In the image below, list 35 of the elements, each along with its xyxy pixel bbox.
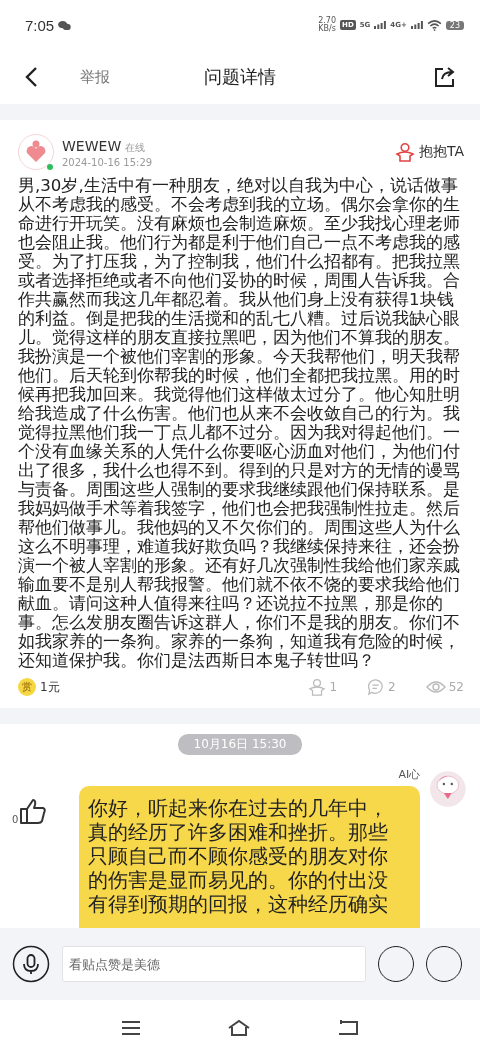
back-icon[interactable] — [337, 1020, 359, 1036]
person-icon — [394, 142, 415, 162]
report-link[interactable]: 举报 — [80, 67, 110, 87]
chat-bubbles-icon — [58, 19, 72, 31]
page-title: 问题详情 — [204, 65, 276, 89]
battery-indicator: 23 — [445, 20, 464, 30]
share-icon[interactable] — [434, 66, 456, 88]
sender-name: AI心 — [398, 767, 421, 782]
menu-icon[interactable] — [121, 1020, 141, 1036]
thumbs-up-icon[interactable] — [19, 797, 48, 825]
reward-amount: 1元 — [40, 678, 60, 696]
signal-icon — [374, 21, 387, 29]
post-date: 2024-10-16 15:29 — [62, 157, 153, 168]
comment-field[interactable]: 看贴点赞是美德 — [62, 946, 366, 982]
signal-icon — [410, 21, 423, 29]
home-icon[interactable] — [227, 1019, 251, 1037]
post-text: 男,30岁,生活中有一种朋友，绝对以自我为中心，说话做事从不考虑我的感受。不会考虑到我的立场。偶尔会拿你的生命进行开玩笑。没有麻烦也会制造麻烦。至少我找心理老师也会阻止我。他们行为都是利于他们自己一点不考虑我的感受。为了打压我，为了控制我，他们什么招都有。把我拉黑或者选择拒绝或者不向他们妥协的时候，周围人告诉我。合作共赢然而我这几年都忍着。我从他们身上没有获得1块钱的利益。倒是把我的生活搅和的乱七八糟。过后说我缺心眼儿。觉得这样的朋友直接拉黑吧，因为他们不算我的朋友。我扮演是一个被他们宰割的形象。今天我帮他们，明天我帮他们。后天轮到你帮我的时候，他们全都把我拉黑。用的时候再把我加回来。我觉得他们这样做太过分了。他心知肚明给我造成了什么伤害。他们也从来不会收敛自己的行为。我觉得拉黑他们我一丁点儿都不过分。因为我对得起他们。一个没有血缘关系的人凭什么你要呕心沥血对他们，为他们付出了很多，我什么也得不到。得到的只是对方的无情的谩骂与责备。周围这些人强制的要求我继续跟他们保持联系。是我妈妈做手术等着我签字，他们也会把我强制性拉走。然后帮他们做事儿。我他妈的又不欠你们的。周围这些人为什么这么不明事理，难道我好欺负吗？我继续保持来往，还会扮演一个被人宰割的形象。还有好几次强制性我给他们家亲戚输血要不是别人帮我报警。他们就不依不饶的要求我给他们献血。请问这种人值得来往吗？还说拉不拉黑，那是你的事。怎么发朋友圈告诉这群人，你们不是我的朋友。你们不如我家养的一条狗。家养的一条狗，知道我有危险的时候，还知道保护我。你们是法西斯日本鬼子转世吗？ — [18, 176, 461, 670]
stat-count: 1 — [329, 680, 338, 694]
chat-timestamp: 10月16日 15:30 — [177, 734, 303, 755]
author-name[interactable]: WEWEW — [62, 138, 122, 154]
wifi-icon — [426, 19, 442, 31]
microphone-icon[interactable] — [12, 945, 50, 983]
heart-icon — [25, 140, 47, 164]
stat-count: 2 — [388, 680, 396, 694]
eye-icon — [425, 679, 446, 695]
reward-badge: 赏 — [18, 678, 36, 696]
back-icon[interactable] — [24, 66, 38, 88]
hug-button[interactable]: 抱抱TA — [394, 142, 464, 162]
like-count: 0 — [12, 814, 19, 825]
stat-count: 52 — [448, 680, 464, 694]
network-speed: 2.70 KB/s — [318, 17, 337, 33]
message-text: 你好，听起来你在过去的几年中，真的经历了许多困难和挫折。那些只顾自己而不顾你感受的朋友对你的伤害是显而易见的。你的付出没有得到预期的回报，这种经历确实 — [88, 796, 390, 916]
online-label: 在线 — [125, 142, 146, 153]
status-time: 7:05 — [25, 16, 55, 34]
robot-avatar[interactable] — [430, 771, 466, 807]
